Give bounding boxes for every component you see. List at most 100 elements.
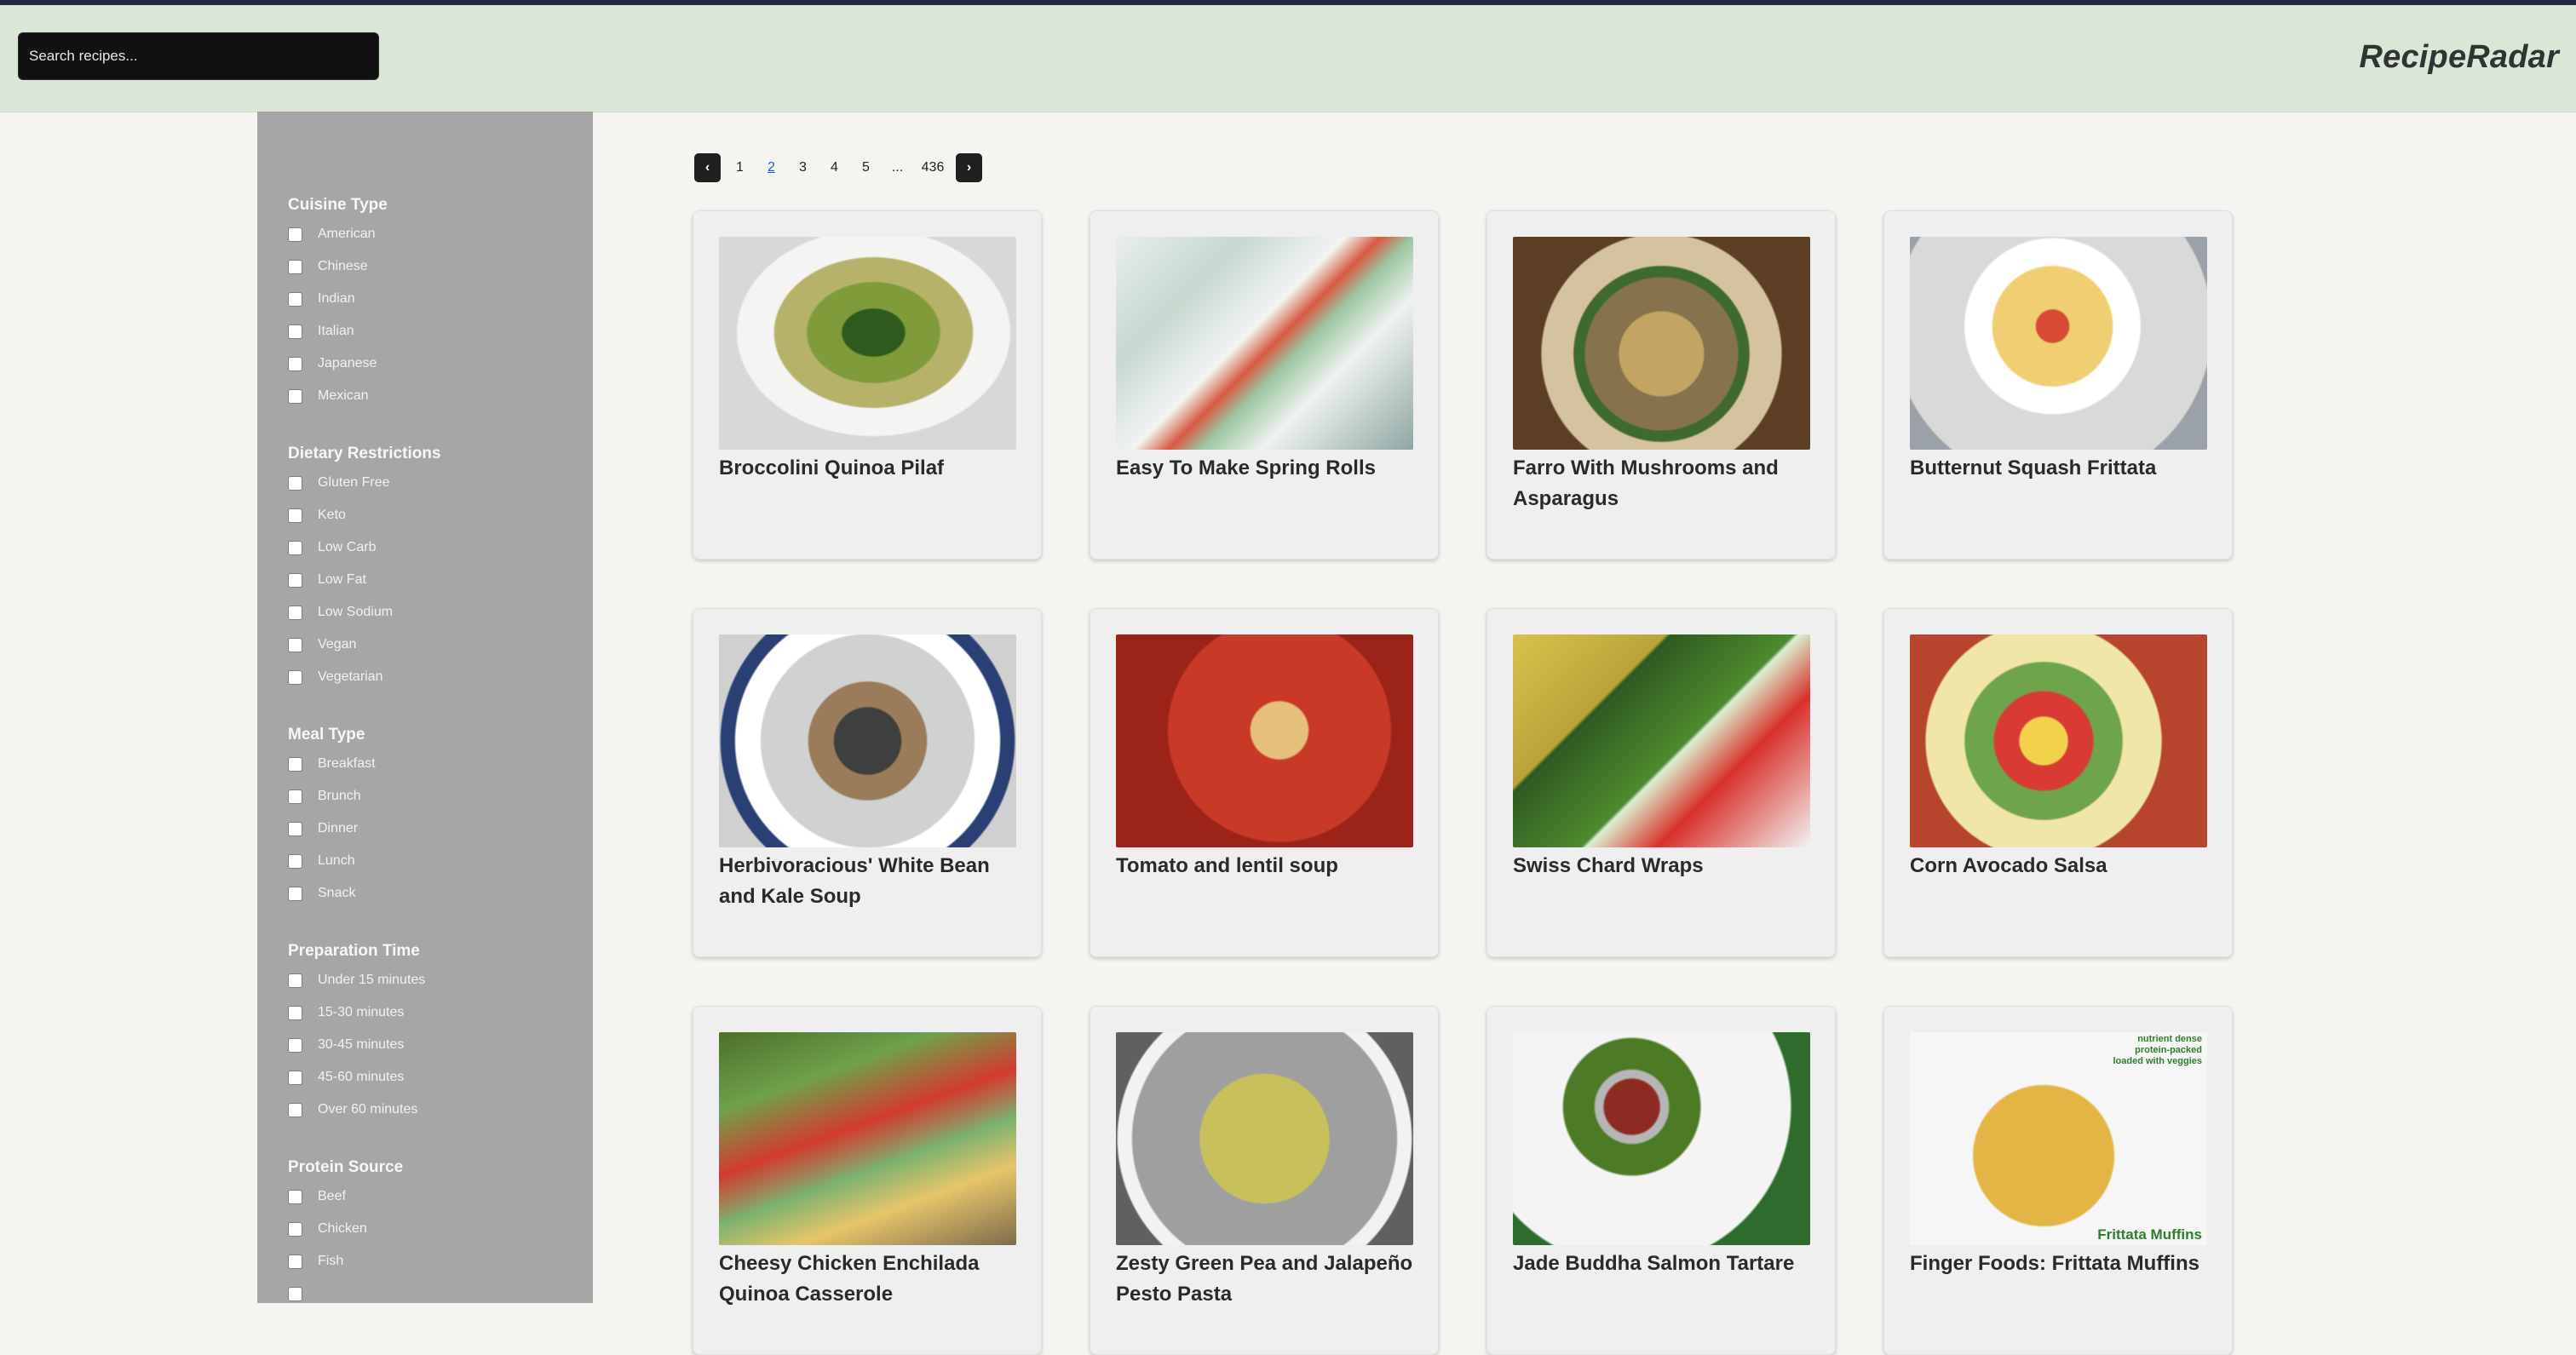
recipe-card[interactable]: Herbivoracious' White Bean and Kale Soup	[693, 608, 1042, 957]
recipe-image[interactable]: nutrient dense protein-packed loaded wit…	[1910, 1032, 2207, 1245]
checkbox[interactable]	[288, 886, 302, 901]
filter-option-gluten-free[interactable]: Gluten Free	[288, 467, 578, 499]
filter-option-over-60[interactable]: Over 60 minutes	[288, 1094, 578, 1126]
recipe-card[interactable]: Corn Avocado Salsa	[1883, 608, 2233, 957]
filter-option-beef[interactable]: Beef	[288, 1180, 578, 1213]
filter-option-chinese[interactable]: Chinese	[288, 250, 578, 283]
filter-option-label: Keto	[318, 508, 346, 522]
filter-option-brunch[interactable]: Brunch	[288, 780, 578, 812]
filter-option-label: Brunch	[318, 789, 361, 803]
page-link-5[interactable]: 5	[850, 153, 882, 182]
recipe-image[interactable]	[1116, 237, 1413, 450]
page-link-2-current[interactable]: 2	[756, 153, 787, 182]
recipe-card[interactable]: Farro With Mushrooms and Asparagus	[1486, 210, 1836, 560]
filter-option-indian[interactable]: Indian	[288, 283, 578, 315]
pagination-ellipsis: ...	[891, 160, 904, 175]
prev-page-button[interactable]: ‹	[694, 153, 721, 182]
checkbox[interactable]	[288, 508, 302, 523]
recipe-title[interactable]: Easy To Make Spring Rolls	[1116, 453, 1418, 484]
recipe-card[interactable]: Tomato and lentil soup	[1090, 608, 1439, 957]
checkbox[interactable]	[288, 605, 302, 620]
recipe-image[interactable]	[719, 1032, 1016, 1245]
checkbox[interactable]	[288, 356, 302, 371]
checkbox[interactable]	[288, 324, 302, 339]
recipe-card[interactable]: Easy To Make Spring Rolls	[1090, 210, 1439, 560]
recipe-title[interactable]: Corn Avocado Salsa	[1910, 851, 2212, 881]
checkbox[interactable]	[288, 291, 302, 307]
checkbox[interactable]	[288, 227, 302, 242]
checkbox[interactable]	[288, 669, 302, 685]
filter-option-vegan[interactable]: Vegan	[288, 629, 578, 661]
checkbox[interactable]	[288, 1070, 302, 1085]
checkbox[interactable]	[288, 1037, 302, 1053]
filter-option-partial[interactable]	[288, 1277, 578, 1303]
filter-option-low-sodium[interactable]: Low Sodium	[288, 596, 578, 629]
page-link-1[interactable]: 1	[724, 153, 756, 182]
recipe-title[interactable]: Tomato and lentil soup	[1116, 851, 1418, 881]
filter-option-japanese[interactable]: Japanese	[288, 347, 578, 380]
recipe-image[interactable]	[1116, 1032, 1413, 1245]
filter-option-keto[interactable]: Keto	[288, 499, 578, 531]
filter-option-breakfast[interactable]: Breakfast	[288, 748, 578, 780]
filter-option-label: Mexican	[318, 388, 369, 403]
filter-option-45-60[interactable]: 45-60 minutes	[288, 1061, 578, 1094]
recipe-title[interactable]: Butternut Squash Frittata	[1910, 453, 2212, 484]
recipe-title[interactable]: Swiss Chard Wraps	[1513, 851, 1815, 881]
checkbox[interactable]	[288, 388, 302, 404]
checkbox[interactable]	[288, 1254, 302, 1269]
checkbox[interactable]	[288, 1221, 302, 1237]
filter-option-label: Vegetarian	[318, 669, 383, 684]
checkbox[interactable]	[288, 789, 302, 804]
checkbox[interactable]	[288, 1005, 302, 1020]
checkbox[interactable]	[288, 853, 302, 869]
recipe-title[interactable]: Broccolini Quinoa Pilaf	[719, 453, 1021, 484]
checkbox[interactable]	[288, 821, 302, 836]
checkbox[interactable]	[288, 259, 302, 274]
checkbox[interactable]	[288, 1189, 302, 1204]
recipe-card[interactable]: Broccolini Quinoa Pilaf	[693, 210, 1042, 560]
recipe-image[interactable]	[719, 237, 1016, 450]
recipe-image[interactable]	[1513, 1032, 1810, 1245]
checkbox[interactable]	[288, 973, 302, 988]
page-link-4[interactable]: 4	[819, 153, 850, 182]
recipe-title[interactable]: Jade Buddha Salmon Tartare	[1513, 1249, 1815, 1279]
checkbox[interactable]	[288, 475, 302, 491]
checkbox[interactable]	[288, 756, 302, 772]
recipe-image[interactable]	[719, 634, 1016, 847]
recipe-image[interactable]	[1513, 634, 1810, 847]
filter-option-lunch[interactable]: Lunch	[288, 845, 578, 877]
search-input[interactable]	[18, 32, 379, 80]
recipe-image[interactable]	[1910, 634, 2207, 847]
recipe-title[interactable]: Farro With Mushrooms and Asparagus	[1513, 453, 1815, 514]
filter-option-american[interactable]: American	[288, 218, 578, 250]
filter-option-30-45[interactable]: 30-45 minutes	[288, 1029, 578, 1061]
checkbox[interactable]	[288, 540, 302, 555]
filter-option-vegetarian[interactable]: Vegetarian	[288, 661, 578, 693]
next-page-button[interactable]: ›	[956, 153, 982, 182]
recipe-image[interactable]	[1116, 634, 1413, 847]
filter-option-mexican[interactable]: Mexican	[288, 380, 578, 412]
filter-option-chicken[interactable]: Chicken	[288, 1213, 578, 1245]
checkbox[interactable]	[288, 572, 302, 588]
filter-option-low-carb[interactable]: Low Carb	[288, 531, 578, 564]
recipe-title[interactable]: Cheesy Chicken Enchilada Quinoa Casserol…	[719, 1249, 1021, 1310]
recipe-title[interactable]: Herbivoracious' White Bean and Kale Soup	[719, 851, 1021, 912]
filter-option-dinner[interactable]: Dinner	[288, 812, 578, 845]
checkbox[interactable]	[288, 1102, 302, 1117]
page-link-last[interactable]: 436	[913, 153, 952, 182]
recipe-card[interactable]: Swiss Chard Wraps	[1486, 608, 1836, 957]
filter-option-15-30[interactable]: 15-30 minutes	[288, 996, 578, 1029]
filter-option-snack[interactable]: Snack	[288, 877, 578, 910]
filter-option-italian[interactable]: Italian	[288, 315, 578, 347]
recipe-title[interactable]: Finger Foods: Frittata Muffins	[1910, 1249, 2212, 1279]
recipe-title[interactable]: Zesty Green Pea and Jalapeño Pesto Pasta	[1116, 1249, 1418, 1310]
checkbox[interactable]	[288, 637, 302, 652]
page-link-3[interactable]: 3	[787, 153, 819, 182]
filter-option-under-15[interactable]: Under 15 minutes	[288, 964, 578, 996]
recipe-image[interactable]	[1513, 237, 1810, 450]
recipe-image[interactable]	[1910, 237, 2207, 450]
filter-option-low-fat[interactable]: Low Fat	[288, 564, 578, 596]
recipe-card[interactable]: Butternut Squash Frittata	[1883, 210, 2233, 560]
checkbox[interactable]	[288, 1286, 302, 1301]
filter-option-fish[interactable]: Fish	[288, 1245, 578, 1277]
